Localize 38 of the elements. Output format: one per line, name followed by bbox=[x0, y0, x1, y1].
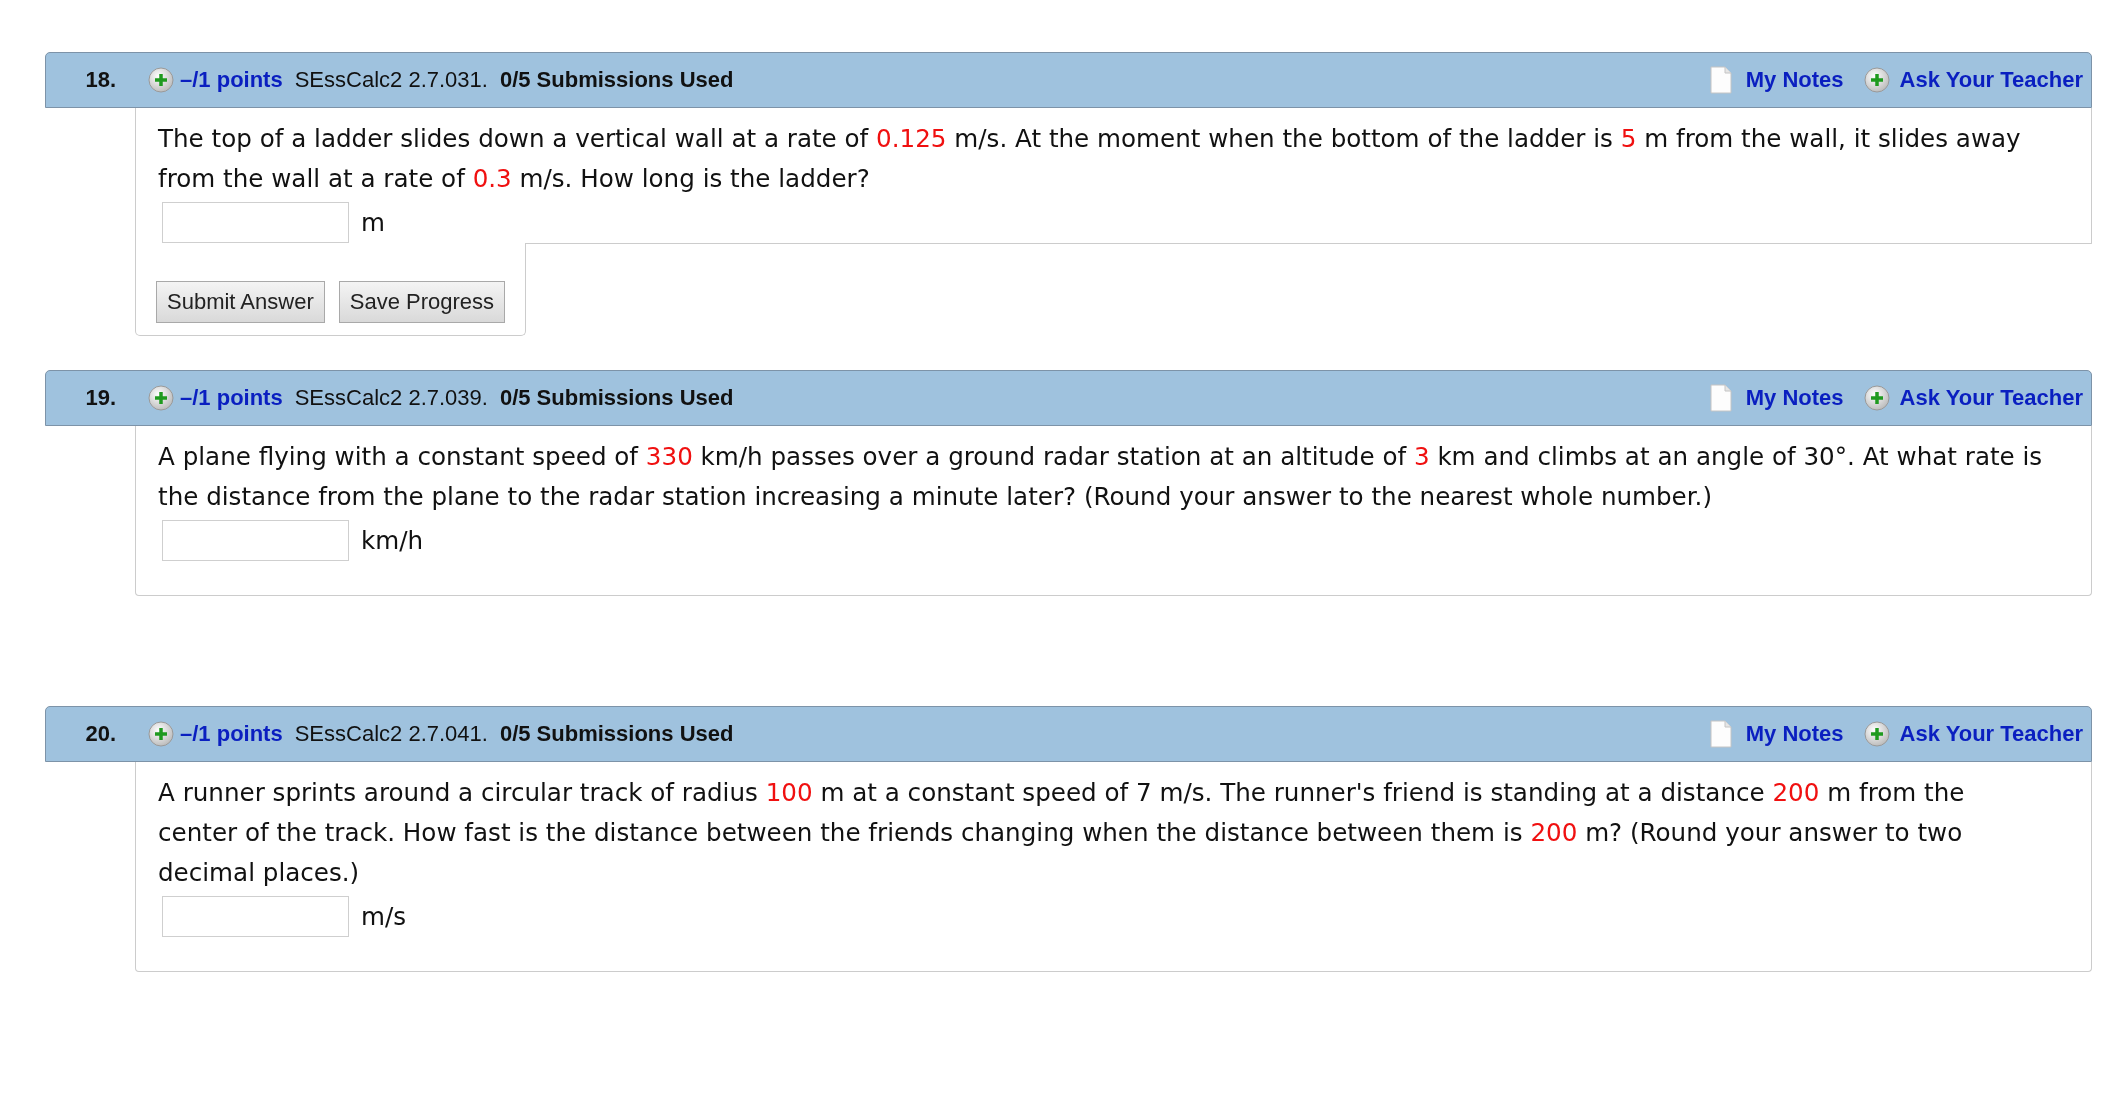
plus-icon[interactable] bbox=[148, 385, 174, 411]
question-number: 20. bbox=[84, 721, 116, 747]
question-source: SEssCalc2 2.7.031. bbox=[294, 67, 488, 93]
my-notes-link[interactable]: My Notes bbox=[1745, 721, 1844, 747]
submit-button[interactable]: Submit Answer bbox=[156, 281, 325, 323]
submissions-count: 0/5 Submissions Used bbox=[499, 721, 734, 747]
points-link[interactable]: –/1 points bbox=[180, 721, 283, 747]
unit-label: m bbox=[361, 206, 385, 239]
plus-icon[interactable] bbox=[1863, 721, 1890, 747]
submissions-count: 0/5 Submissions Used bbox=[499, 67, 734, 93]
document-icon[interactable] bbox=[1709, 720, 1732, 748]
document-icon[interactable] bbox=[1709, 384, 1732, 412]
submissions-count: 0/5 Submissions Used bbox=[499, 385, 734, 411]
document-icon[interactable] bbox=[1709, 66, 1732, 94]
plus-icon[interactable] bbox=[1863, 67, 1890, 93]
ask-teacher-link[interactable]: Ask Your Teacher bbox=[1899, 721, 2083, 747]
unit-label: m/s bbox=[361, 900, 407, 933]
plus-icon[interactable] bbox=[148, 721, 174, 747]
my-notes-link[interactable]: My Notes bbox=[1745, 67, 1844, 93]
plus-icon[interactable] bbox=[1863, 385, 1890, 411]
answer-field[interactable] bbox=[162, 520, 349, 561]
question-text: A runner sprints around a circular track of radius 100 m at a constant speed of 7 m/s. The runner's friend is standing at a distance 200 m from the center of the track. How fast is the distance between the friends changing when the distance between them is 200 m? (Round your answer to two decimal places.) bbox=[158, 777, 1966, 889]
question-source: SEssCalc2 2.7.039. bbox=[294, 385, 488, 411]
question-number: 18. bbox=[84, 67, 116, 93]
question-text: The top of a ladder slides down a vertical wall at a rate of 0.125 m/s. At the moment when the bottom of the ladder is 5 m from the wall, it slides away from the wall at a rate of 0.3 m/s. How long is the ladder? bbox=[158, 123, 2022, 195]
points-link[interactable]: –/1 points bbox=[180, 385, 283, 411]
question-text: A plane flying with a constant speed of 330 km/h passes over a ground radar station at an altitude of 3 km and climbs at an angle of 30°. At what rate is the distance from the plane to the radar station increasing a minute later? (Round your answer to the nearest whole number.) bbox=[158, 441, 2044, 513]
ask-teacher-link[interactable]: Ask Your Teacher bbox=[1899, 385, 2083, 411]
question-number: 19. bbox=[84, 385, 116, 411]
ask-teacher-link[interactable]: Ask Your Teacher bbox=[1899, 67, 2083, 93]
plus-icon[interactable] bbox=[148, 67, 174, 93]
save-button[interactable]: Save Progress bbox=[338, 281, 506, 323]
answer-field[interactable] bbox=[162, 202, 349, 243]
points-link[interactable]: –/1 points bbox=[180, 67, 283, 93]
answer-field[interactable] bbox=[162, 896, 349, 937]
my-notes-link[interactable]: My Notes bbox=[1745, 385, 1844, 411]
question-source: SEssCalc2 2.7.041. bbox=[294, 721, 488, 747]
unit-label: km/h bbox=[361, 524, 424, 557]
